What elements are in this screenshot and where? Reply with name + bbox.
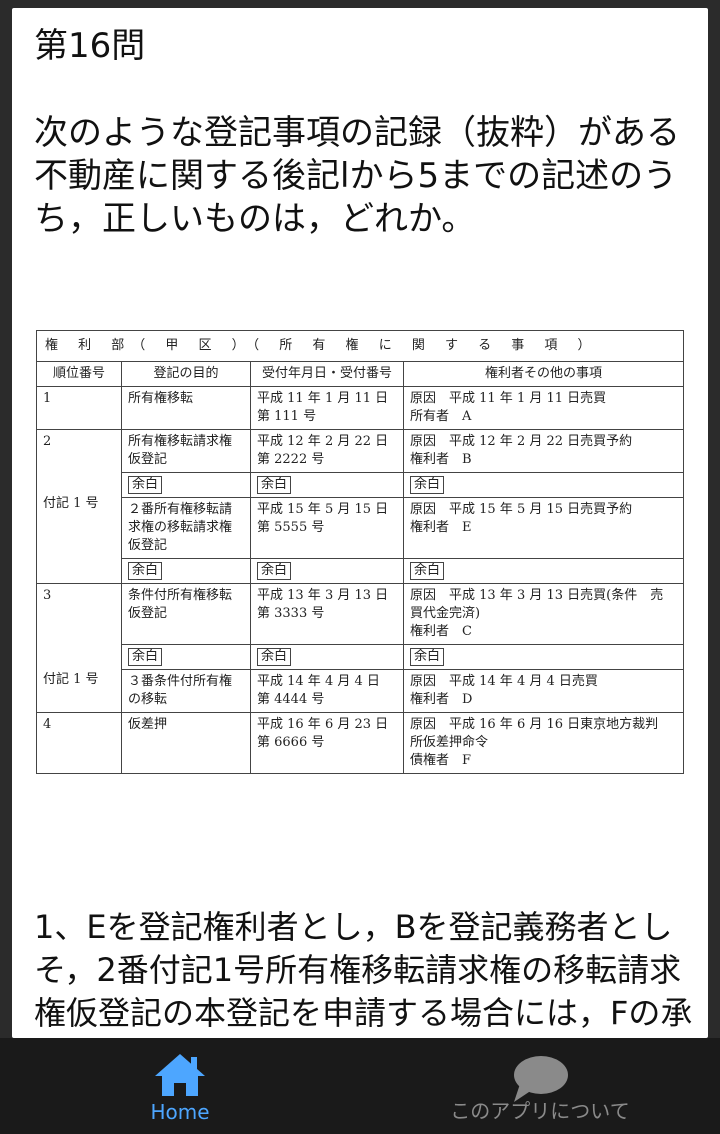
nav-about-label: このアプリについて — [450, 1099, 630, 1123]
margin-box: 余白 — [257, 648, 292, 666]
register-title: 権 利 部（ 甲 区 ）（ 所 有 権 に 関 す る 事 項 ） — [36, 330, 684, 362]
header-rank: 順位番号 — [36, 361, 122, 387]
choice-1[interactable]: 1、Eを登記権利者とし，Bを登記義務者としそ，2番付記1号所有権移転請求権の移転… — [34, 906, 694, 1038]
register-image: 権 利 部（ 甲 区 ）（ 所 有 権 に 関 す る 事 項 ） 順位番号 登… — [36, 330, 684, 818]
table-row: 1 所有権移転 平成 11 年 1 月 11 日 第 111 号 原因 平成 1… — [36, 386, 684, 430]
table-row: ３番条件付所有権 の移転 平成 14 年 4 月 4 日 第 4444 号 原因… — [37, 669, 684, 713]
header-details: 権利者その他の事項 — [403, 361, 684, 387]
margin-box: 余白 — [410, 476, 445, 494]
question-number: 第16問 — [34, 26, 146, 66]
table-row: ２番所有権移転請 求権の移転請求権 仮登記 平成 15 年 5 月 15 日 第… — [37, 497, 684, 559]
margin-box: 余白 — [128, 648, 163, 666]
margin-box: 余白 — [128, 562, 163, 580]
bottom-nav: Home このアプリについて — [0, 1038, 720, 1134]
margin-row: 余白 余白 余白 — [37, 558, 684, 584]
margin-box: 余白 — [410, 562, 445, 580]
nav-home-label: Home — [150, 1100, 210, 1124]
home-icon — [155, 1054, 205, 1096]
table-row: 2 付記 1 号 所有権移転請求権 仮登記 平成 12 年 2 月 22 日 第… — [36, 429, 684, 584]
margin-box: 余白 — [128, 476, 163, 494]
margin-box: 余白 — [257, 476, 292, 494]
table-row: 4 仮差押 平成 16 年 6 月 23 日 第 6666 号 原因 平成 16… — [36, 712, 684, 774]
nav-about-button[interactable]: このアプリについて — [430, 1038, 650, 1134]
header-received: 受付年月日・受付番号 — [250, 361, 404, 387]
margin-row: 余白 余白 余白 — [37, 472, 684, 498]
margin-row: 余白 余白 余白 — [37, 644, 684, 670]
header-purpose: 登記の目的 — [121, 361, 251, 387]
question-text: 次のような登記事項の記録（抜粋）がある不動産に関する後記lから5までの記述のうち… — [34, 113, 680, 239]
register-table: 権 利 部（ 甲 区 ）（ 所 有 権 に 関 す る 事 項 ） 順位番号 登… — [36, 330, 684, 774]
table-row: 3 付記 1 号 条件付所有権移転 仮登記 平成 13 年 3 月 13 日 第… — [36, 583, 684, 713]
margin-box: 余白 — [257, 562, 292, 580]
nav-home-button[interactable]: Home — [120, 1038, 240, 1134]
question-card: 第16問 次のような登記事項の記録（抜粋）がある不動産に関する後記lから5までの… — [12, 8, 708, 1038]
margin-box: 余白 — [410, 648, 445, 666]
